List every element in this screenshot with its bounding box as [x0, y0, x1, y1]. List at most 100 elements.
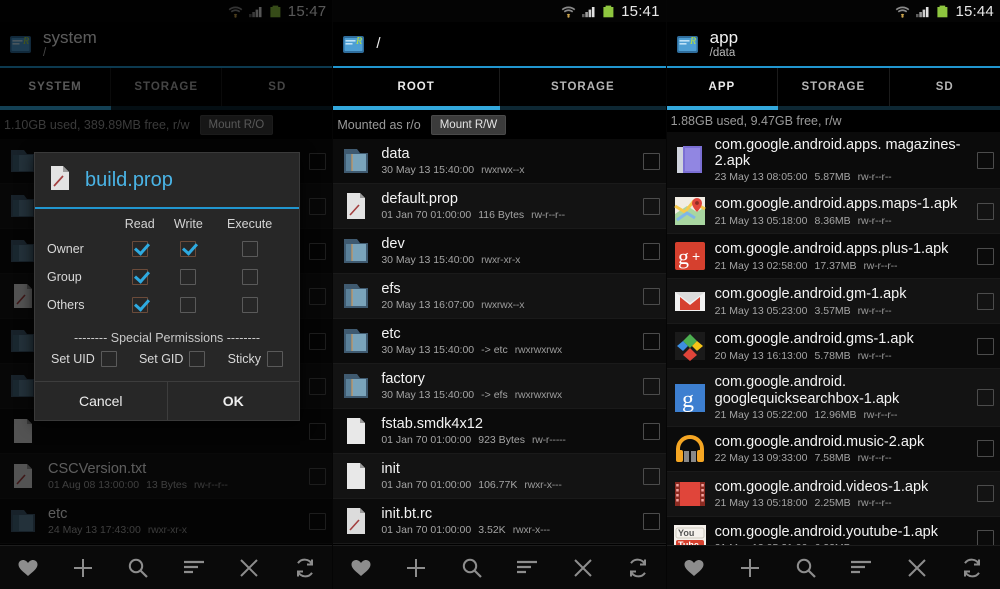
row-checkbox[interactable] — [976, 485, 994, 503]
file-size: 116 Bytes — [478, 209, 525, 222]
row-checkbox[interactable] — [976, 247, 994, 265]
file-sub: 21 May 13 05:22:00 12.96MB rw-r--r-- — [715, 409, 969, 421]
file-date: 30 May 13 15:40:00 — [381, 344, 475, 357]
table-row[interactable]: efs 20 May 13 16:07:00 rwxrwx--x — [333, 274, 666, 319]
tab-storage[interactable]: STORAGE — [500, 68, 666, 106]
checkbox-owner-read[interactable] — [131, 240, 148, 257]
apk-list[interactable]: com.google.android.apps. magazines-2.apk… — [666, 132, 1000, 562]
file-name: factory — [381, 370, 425, 387]
refresh-icon[interactable] — [955, 553, 989, 583]
table-row[interactable]: etc 30 May 13 15:40:00 -> etc rwxrwxrwx — [333, 319, 666, 364]
row-checkbox[interactable] — [642, 287, 660, 305]
file-name: dev — [381, 235, 405, 252]
table-header-row: Read Write Execute — [47, 217, 287, 235]
row-checkbox[interactable] — [642, 242, 660, 260]
close-icon[interactable] — [900, 553, 934, 583]
search-icon[interactable] — [121, 553, 155, 583]
checkbox-group-execute[interactable] — [241, 268, 258, 285]
sort-icon[interactable] — [510, 553, 544, 583]
cell-owner-write — [164, 235, 212, 263]
checkbox-group-read[interactable] — [131, 268, 148, 285]
list-item[interactable]: com.google.android.apps.maps-1.apk 21 Ma… — [666, 189, 1000, 235]
svg-text:g: g — [678, 244, 689, 269]
row-checkbox[interactable] — [642, 197, 660, 215]
tab-storage[interactable]: STORAGE — [778, 68, 890, 106]
table-row[interactable]: dev 30 May 13 15:40:00 rwxr-xr-x — [333, 229, 666, 274]
cell-owner-execute — [212, 235, 287, 263]
tab-root[interactable]: ROOT — [333, 68, 500, 106]
sort-icon[interactable] — [177, 553, 211, 583]
checkbox-owner-execute[interactable] — [241, 240, 258, 257]
refresh-icon[interactable] — [621, 553, 655, 583]
bottom-toolbar — [0, 545, 333, 589]
add-icon[interactable] — [66, 553, 100, 583]
row-checkbox[interactable] — [642, 467, 660, 485]
add-icon[interactable] — [733, 553, 767, 583]
file-sub: 01 Jan 70 01:00:00 116 Bytes rw-r--r-- — [381, 209, 634, 221]
row-checkbox[interactable] — [642, 377, 660, 395]
table-row[interactable]: data 30 May 13 15:40:00 rwxrwx--x — [333, 139, 666, 184]
close-icon[interactable] — [232, 553, 266, 583]
tab-app[interactable]: APP — [667, 68, 779, 106]
row-checkbox[interactable] — [976, 292, 994, 310]
ok-button[interactable]: OK — [166, 382, 300, 420]
row-checkbox[interactable] — [976, 151, 994, 169]
favorite-icon[interactable] — [11, 553, 45, 583]
checkbox-others-execute[interactable] — [241, 296, 258, 313]
file-size: 2.25MB — [814, 497, 851, 510]
row-checkbox[interactable] — [976, 337, 994, 355]
checkbox-group-write[interactable] — [180, 268, 197, 285]
refresh-icon[interactable] — [288, 553, 322, 583]
sort-icon[interactable] — [844, 553, 878, 583]
add-icon[interactable] — [399, 553, 433, 583]
row-checkbox[interactable] — [642, 332, 660, 350]
folder-icon — [339, 279, 373, 313]
list-item[interactable]: com.google.android.videos-1.apk 21 May 1… — [666, 471, 1000, 517]
search-icon[interactable] — [789, 553, 823, 583]
table-row[interactable]: init 01 Jan 70 01:00:00 106.77K rwxr-x--… — [333, 454, 666, 499]
row-checkbox[interactable] — [976, 389, 994, 407]
checkbox-setuid[interactable] — [100, 351, 117, 367]
row-checkbox[interactable] — [642, 422, 660, 440]
tab-indicator-active — [333, 106, 500, 110]
mount-toggle-button[interactable]: Mount R/W — [430, 114, 507, 135]
row-checkbox[interactable] — [976, 202, 994, 220]
tab-indicator-seg — [778, 106, 889, 110]
favorite-icon[interactable] — [677, 553, 711, 583]
file-name: com.google.android.apps.plus-1.apk — [714, 241, 949, 258]
checkbox-others-read[interactable] — [131, 296, 148, 313]
list-item[interactable]: com.google.android.music-2.apk 22 May 13… — [666, 426, 1000, 472]
checkbox-owner-write[interactable] — [180, 240, 197, 257]
table-row[interactable]: default.prop 01 Jan 70 01:00:00 116 Byte… — [333, 184, 666, 229]
list-item[interactable]: com.google.android.gms-1.apk 20 May 13 1… — [666, 324, 1000, 370]
setgid-group: Set GID — [139, 351, 206, 367]
setuid-label: Set UID — [51, 352, 95, 366]
list-item[interactable]: com.google.android.gm-1.apk 21 May 13 05… — [666, 279, 1000, 325]
file-date: 30 May 13 15:40:00 — [381, 164, 475, 177]
row-checkbox[interactable] — [642, 152, 660, 170]
checkbox-sticky[interactable] — [266, 351, 283, 367]
cancel-button[interactable]: Cancel — [35, 382, 167, 420]
checkbox-setgid[interactable] — [189, 351, 206, 367]
file-sub: 20 May 13 16:07:00 rwxrwx--x — [381, 299, 634, 311]
file-name: com.google.android. googlequicksearchbox… — [714, 374, 900, 407]
table-row[interactable]: init.bt.rc 01 Jan 70 01:00:00 3.52K rwxr… — [333, 499, 666, 544]
list-item[interactable]: g + com.google.android.apps.plus-1.apk 21… — [666, 234, 1000, 280]
file-meta: com.google.android.gm-1.apk 21 May 13 05… — [715, 286, 969, 316]
close-icon[interactable] — [566, 553, 600, 583]
cell-group-read — [115, 263, 164, 291]
panel-root: 15:41 R / ROOT STORAGE Mounted as r/o Mo… — [333, 0, 667, 589]
table-row[interactable]: factory 30 May 13 15:40:00 -> efs rwxrwx… — [333, 364, 666, 409]
row-checkbox[interactable] — [642, 512, 660, 530]
favorite-icon[interactable] — [344, 553, 378, 583]
file-perm: rwxrwxrwx — [514, 344, 562, 357]
table-row[interactable]: fstab.smdk4x12 01 Jan 70 01:00:00 923 By… — [333, 409, 666, 454]
checkbox-others-write[interactable] — [180, 296, 197, 313]
tab-sd[interactable]: SD — [890, 68, 1000, 106]
search-icon[interactable] — [455, 553, 489, 583]
list-item[interactable]: com.google.android.apps. magazines-2.apk… — [666, 132, 1000, 190]
file-list[interactable]: data 30 May 13 15:40:00 rwxrwx--x defaul… — [333, 139, 666, 544]
row-checkbox[interactable] — [976, 440, 994, 458]
list-item[interactable]: g com.google.android. googlequicksearchb… — [666, 369, 1000, 427]
cell-others-read — [115, 291, 164, 319]
